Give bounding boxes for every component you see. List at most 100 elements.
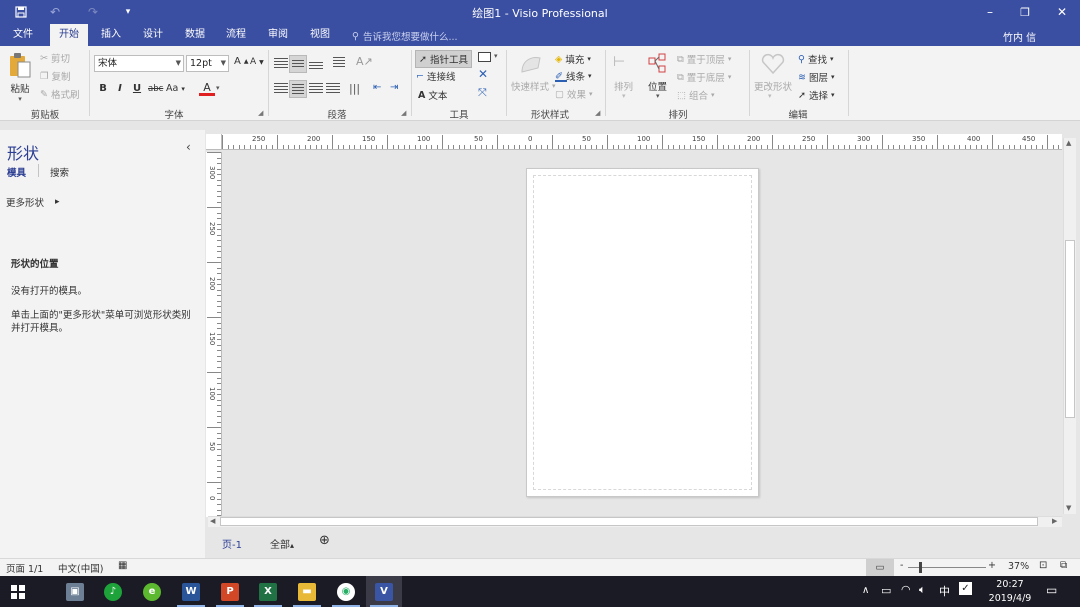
drawing-page[interactable] (526, 168, 759, 497)
effects-button[interactable]: ▢ 效果 ▾ (555, 87, 593, 102)
align-middle-icon[interactable] (289, 55, 307, 73)
close-button[interactable]: ✕ (1047, 0, 1077, 24)
align-left-icon[interactable] (274, 83, 288, 98)
layers-button[interactable]: ≋ 图层 ▾ (798, 70, 835, 85)
horizontal-scroll-thumb[interactable] (220, 517, 1038, 526)
scroll-left-icon[interactable]: ◀ (210, 517, 215, 525)
scroll-right-icon[interactable]: ▶ (1052, 517, 1057, 525)
change-shape-icon[interactable] (760, 52, 786, 76)
select-button[interactable]: ➚ 选择 ▾ (798, 88, 835, 103)
restore-button[interactable]: ❐ (1010, 0, 1040, 24)
horizontal-ruler[interactable]: 250 200 150 100 50 0 50 100 150 200 250 … (222, 134, 1062, 150)
visio-app-icon[interactable]: V (366, 576, 402, 607)
fit-page-icon[interactable]: ⊡ (1039, 560, 1047, 571)
shrink-font-button[interactable]: A ▼ (250, 57, 264, 67)
font-color-button[interactable]: A (199, 81, 215, 96)
change-case-button[interactable]: Aa ▾ (166, 83, 185, 94)
italic-button[interactable]: I (113, 83, 127, 94)
text-tool-button[interactable]: A 文本 (418, 88, 447, 103)
network-tray-icon[interactable]: ▭ (881, 584, 891, 597)
bold-button[interactable]: B (96, 83, 110, 94)
scroll-down-icon[interactable]: ▼ (1066, 504, 1071, 512)
clock-time[interactable]: 20:27 (988, 579, 1032, 590)
decrease-indent-icon[interactable]: ⇤ (373, 82, 381, 93)
connector-button[interactable]: ⌐ 连接线 (416, 69, 455, 84)
powerpoint-app-icon[interactable]: P (212, 576, 248, 607)
text-rotate-icon[interactable]: A↗ (356, 55, 373, 68)
shape-styles-dialog-launcher-icon[interactable]: ◢ (595, 109, 600, 117)
zoom-slider-thumb[interactable] (919, 562, 922, 573)
all-pages-button[interactable]: 全部▴ (270, 536, 294, 551)
minimize-button[interactable]: – (975, 0, 1005, 24)
input-method-indicator[interactable]: 中 (939, 583, 950, 599)
vertical-ruler[interactable]: 300 250 200 150 100 50 0 (206, 152, 222, 517)
text-direction-icon[interactable]: ||| (349, 82, 360, 95)
windows-start-icon[interactable] (0, 576, 36, 607)
tab-stencils[interactable]: 模具 (7, 165, 26, 179)
font-size-combo[interactable]: 12pt ▼ (186, 55, 229, 72)
presentation-mode-icon[interactable]: ▭ (866, 559, 894, 576)
chevron-down-icon[interactable]: ▾ (216, 84, 220, 92)
more-shapes-menu[interactable]: 更多形状 ▸ (6, 195, 60, 209)
rectangle-shape-icon[interactable] (478, 52, 491, 62)
font-family-combo[interactable]: 宋体 ▼ (94, 55, 184, 72)
security-tray-icon[interactable]: ✓ (959, 582, 972, 595)
zoom-level[interactable]: 37% (1008, 561, 1029, 572)
align-button[interactable]: 排列 (614, 79, 633, 93)
paragraph-dialog-launcher-icon[interactable]: ◢ (401, 109, 406, 117)
change-shape-button[interactable]: 更改形状 (754, 79, 792, 93)
format-painter-button[interactable]: ✎ 格式刷 (40, 87, 79, 102)
pointer-tool-button[interactable]: ➚ 指针工具 (415, 50, 472, 68)
find-button[interactable]: ⚲ 查找 ▾ (798, 52, 834, 67)
clock-date[interactable]: 2019/4/9 (984, 593, 1036, 604)
paste-button[interactable]: 粘贴 ▾ (7, 52, 33, 103)
tab-data[interactable]: 数据 (176, 24, 214, 46)
strikethrough-button[interactable]: abc (148, 84, 163, 94)
browser-app-icon[interactable]: e (134, 576, 170, 607)
tab-view[interactable]: 视图 (301, 24, 339, 46)
position-button[interactable]: 位置 (648, 79, 667, 93)
quick-styles-icon[interactable] (518, 52, 544, 76)
align-center-icon[interactable] (289, 80, 307, 98)
tab-search[interactable]: 搜索 (50, 165, 69, 179)
zoom-in-button[interactable]: + (988, 560, 996, 571)
volume-tray-icon[interactable]: 🔈︎ (919, 583, 926, 597)
notifications-icon[interactable]: ▭ (1046, 583, 1057, 597)
increase-indent-icon[interactable]: ⇥ (390, 82, 398, 93)
wechat-app-icon[interactable]: ◉ (328, 576, 364, 607)
tab-file[interactable]: 文件 (4, 24, 42, 46)
tab-page-1[interactable]: 页-1 (222, 536, 242, 551)
fill-button[interactable]: ◈ 填充 ▾ (555, 52, 591, 67)
collapse-panel-button[interactable]: ‹ (186, 140, 191, 154)
tell-me-box[interactable]: ⚲ 告诉我您想要做什么... (352, 29, 458, 44)
position-icon[interactable] (647, 52, 667, 74)
delete-x-icon[interactable]: ✕ (478, 67, 488, 81)
word-app-icon[interactable]: W (173, 576, 209, 607)
switch-windows-icon[interactable]: ⧉ (1060, 560, 1067, 571)
cut-button[interactable]: ✂ 剪切 (40, 51, 70, 66)
send-to-back-button[interactable]: ⧉ 置于底层 ▾ (677, 70, 731, 85)
align-shapes-icon[interactable]: ⊢ (613, 54, 625, 70)
vertical-scroll-thumb[interactable] (1065, 240, 1075, 418)
scroll-up-icon[interactable]: ▲ (1066, 139, 1071, 147)
tray-expand-icon[interactable]: ∧ (862, 585, 869, 596)
wifi-tray-icon[interactable]: ◠ (901, 583, 911, 596)
music-app-icon[interactable]: ♪ (95, 576, 131, 607)
tab-insert[interactable]: 插入 (92, 24, 130, 46)
align-bottom-icon[interactable] (309, 62, 323, 73)
tab-review[interactable]: 审阅 (259, 24, 297, 46)
user-name[interactable]: 竹内 信 (1003, 29, 1036, 44)
justify-icon[interactable] (326, 83, 340, 98)
language-status[interactable]: 中文(中国) (58, 561, 103, 575)
quick-styles-button[interactable]: 快速样式 ▾ (511, 79, 556, 93)
align-top-icon[interactable] (274, 58, 288, 73)
align-right-icon[interactable] (309, 83, 323, 98)
macro-record-icon[interactable]: ▦ (118, 560, 127, 571)
tab-design[interactable]: 设计 (134, 24, 172, 46)
chevron-down-icon[interactable]: ▾ (494, 52, 498, 60)
font-dialog-launcher-icon[interactable]: ◢ (258, 109, 263, 117)
group-button[interactable]: ⬚ 组合 ▾ (677, 88, 715, 103)
underline-button[interactable]: U (130, 83, 144, 94)
excel-app-icon[interactable]: X (250, 576, 286, 607)
zoom-out-button[interactable]: - (900, 560, 903, 571)
